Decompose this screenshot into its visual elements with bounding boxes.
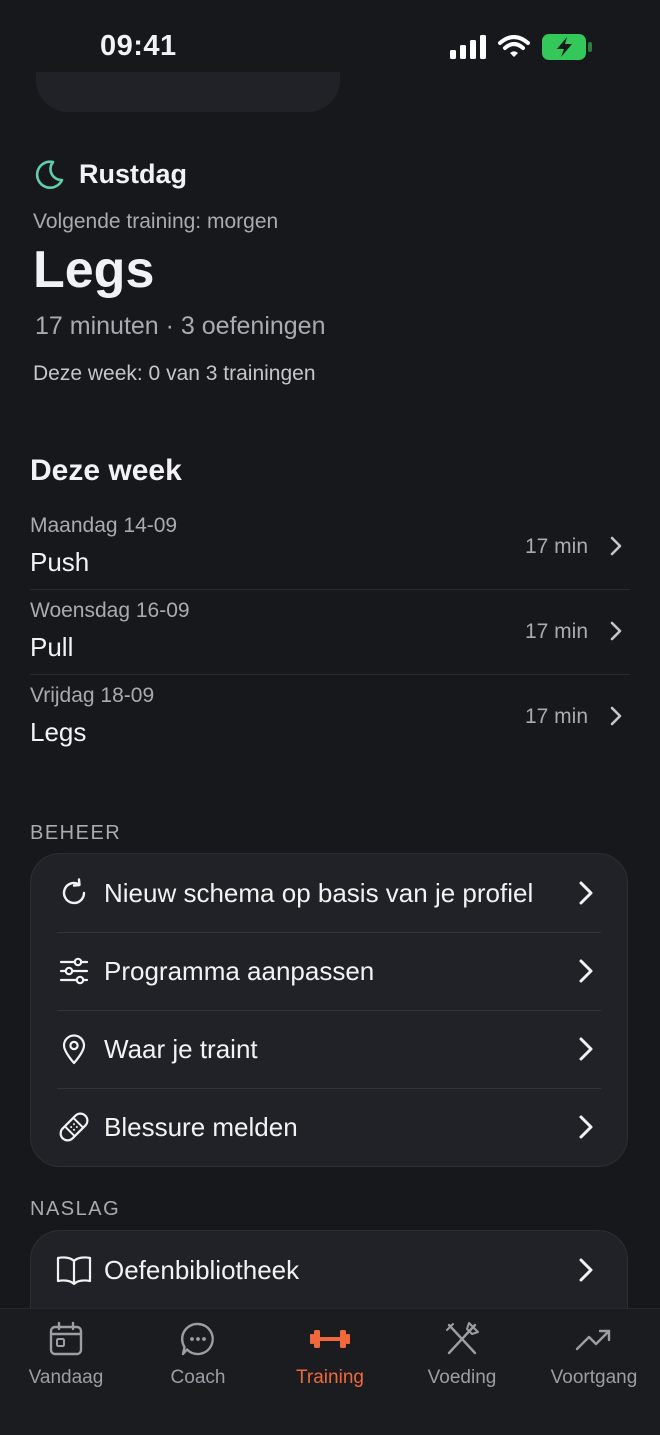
tab-label: Voortgang xyxy=(550,1367,638,1388)
adjust-program-row[interactable]: Programma aanpassen xyxy=(31,932,627,1010)
week-row-duration: 17 min xyxy=(524,620,588,643)
chevron-right-icon xyxy=(610,706,622,726)
tab-label: Voeding xyxy=(427,1367,497,1388)
week-row-date: Maandag 14-09 xyxy=(30,514,178,537)
week-row-date: Woensdag 16-09 xyxy=(30,599,190,622)
calendar-icon xyxy=(46,1319,86,1359)
chat-bubble-icon xyxy=(178,1319,218,1359)
collapsed-card-edge xyxy=(36,72,340,112)
exercise-library-row[interactable]: Oefenbibliotheek xyxy=(31,1231,627,1309)
rest-day-row: Rustdag xyxy=(33,158,187,190)
chevron-right-icon xyxy=(577,1036,595,1062)
tab-coach[interactable]: Coach xyxy=(132,1319,264,1389)
book-icon xyxy=(55,1251,93,1289)
chevron-right-icon xyxy=(610,621,622,641)
dumbbell-icon xyxy=(310,1319,350,1359)
week-row-name: Pull xyxy=(30,632,74,662)
fork-knife-icon xyxy=(442,1319,482,1359)
row-label: Waar je traint xyxy=(104,1033,258,1064)
tab-label: Training xyxy=(296,1367,364,1388)
week-row-monday[interactable]: Maandag 14-09 Push 17 min xyxy=(30,505,630,590)
new-schedule-row[interactable]: Nieuw schema op basis van je profiel xyxy=(31,854,627,932)
next-training-label: Volgende training: morgen xyxy=(33,210,279,233)
sliders-icon xyxy=(55,952,93,990)
workout-title: Legs xyxy=(33,241,155,299)
week-section-title: Deze week xyxy=(30,454,182,487)
tab-label: Coach xyxy=(170,1367,226,1388)
moon-icon xyxy=(35,160,64,189)
chevron-right-icon xyxy=(577,1257,595,1283)
week-row-wednesday[interactable]: Woensdag 16-09 Pull 17 min xyxy=(30,590,630,675)
tab-label: Vandaag xyxy=(28,1367,104,1388)
status-icons xyxy=(450,34,592,60)
chevron-right-icon xyxy=(577,1114,595,1140)
rest-day-label: Rustdag xyxy=(79,158,187,189)
week-list: Maandag 14-09 Push 17 min Woensdag 16-09… xyxy=(30,505,630,759)
training-location-row[interactable]: Waar je traint xyxy=(31,1010,627,1088)
tab-voeding[interactable]: Voeding xyxy=(396,1319,528,1389)
chevron-right-icon xyxy=(610,536,622,556)
workout-meta: 17 minuten · 3 oefeningen xyxy=(35,312,326,340)
manage-card: Nieuw schema op basis van je profiel Pro… xyxy=(30,853,628,1167)
row-label: Oefenbibliotheek xyxy=(104,1254,300,1285)
week-row-name: Legs xyxy=(30,717,87,747)
row-label: Blessure melden xyxy=(104,1111,298,1142)
trend-up-icon xyxy=(574,1319,614,1359)
refresh-icon xyxy=(55,874,93,912)
bandage-icon xyxy=(55,1108,93,1146)
report-injury-row[interactable]: Blessure melden xyxy=(31,1088,627,1166)
week-progress: Deze week: 0 van 3 trainingen xyxy=(33,362,316,385)
week-row-friday[interactable]: Vrijdag 18-09 Legs 17 min xyxy=(30,675,630,759)
week-row-date: Vrijdag 18-09 xyxy=(30,684,155,707)
wifi-icon xyxy=(498,35,530,57)
week-row-duration: 17 min xyxy=(524,705,588,728)
tab-voortgang[interactable]: Voortgang xyxy=(528,1319,660,1389)
chevron-right-icon xyxy=(577,880,595,906)
tab-bar: Vandaag Coach Training Voeding Voortgang xyxy=(0,1308,660,1435)
row-label: Nieuw schema op basis van je profiel xyxy=(104,877,534,908)
week-row-name: Push xyxy=(30,547,90,577)
reference-section-label: NASLAG xyxy=(30,1198,121,1220)
location-pin-icon xyxy=(55,1030,93,1068)
chevron-right-icon xyxy=(577,958,595,984)
manage-section-label: BEHEER xyxy=(30,822,122,844)
status-time: 09:41 xyxy=(100,30,177,62)
battery-charging-icon xyxy=(542,34,592,60)
row-label: Programma aanpassen xyxy=(104,955,375,986)
cellular-signal-icon xyxy=(450,35,486,59)
tab-training[interactable]: Training xyxy=(264,1319,396,1389)
tab-vandaag[interactable]: Vandaag xyxy=(0,1319,132,1389)
week-row-duration: 17 min xyxy=(524,535,588,558)
